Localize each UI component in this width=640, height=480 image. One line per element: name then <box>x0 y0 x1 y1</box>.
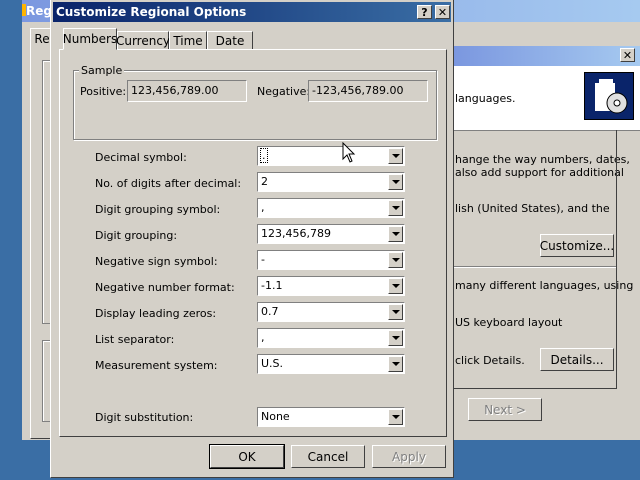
decimal-symbol-value[interactable]: . <box>260 148 268 163</box>
decimal-symbol-label: Decimal symbol: <box>95 151 187 164</box>
digit-grouping-label: Digit grouping: <box>95 229 178 242</box>
positive-label: Positive: <box>80 85 127 98</box>
digit-grouping-symbol-combo[interactable]: , <box>257 198 405 218</box>
tab-time-label: Time <box>173 34 203 48</box>
cancel-button[interactable]: Cancel <box>291 445 365 468</box>
display-leading-zeros-combo[interactable]: 0.7 <box>257 302 405 322</box>
globe-book-icon <box>584 72 634 120</box>
close-icon[interactable]: ✕ <box>435 5 450 19</box>
apply-button-label: Apply <box>392 449 426 464</box>
background-close-icon[interactable]: ✕ <box>620 48 635 62</box>
chevron-down-icon[interactable] <box>388 356 403 372</box>
next-button[interactable]: Next > <box>468 398 542 421</box>
ok-button[interactable]: OK <box>209 444 285 469</box>
chevron-down-icon[interactable] <box>388 174 403 190</box>
tab-currency[interactable]: Currency <box>115 31 171 50</box>
background-subwindow-title[interactable] <box>450 46 640 66</box>
negative-number-format-value[interactable]: -1.1 <box>261 279 282 292</box>
decimal-symbol-combo[interactable]: . <box>257 146 405 166</box>
dialog-title: Customize Regional Options <box>56 5 247 19</box>
cancel-button-label: Cancel <box>307 449 349 464</box>
digit-substitution-label: Digit substitution: <box>95 411 194 424</box>
chevron-down-icon[interactable] <box>388 330 403 346</box>
chevron-down-icon[interactable] <box>388 252 403 268</box>
negative-sample-field: -123,456,789.00 <box>308 80 428 102</box>
tab-numbers[interactable]: Numbers <box>63 28 117 50</box>
help-icon[interactable]: ? <box>417 5 432 19</box>
chevron-down-icon[interactable] <box>388 200 403 216</box>
chevron-down-icon[interactable] <box>388 409 403 425</box>
list-separator-combo[interactable]: , <box>257 328 405 348</box>
digit-grouping-combo[interactable]: 123,456,789 <box>257 224 405 244</box>
negative-sample-value: -123,456,789.00 <box>312 84 404 97</box>
apply-button[interactable]: Apply <box>372 445 446 468</box>
negative-number-format-label: Negative number format: <box>95 281 235 294</box>
tab-date-label: Date <box>215 34 245 48</box>
positive-sample-value: 123,456,789.00 <box>131 84 219 97</box>
display-leading-zeros-value[interactable]: 0.7 <box>261 305 279 318</box>
negative-sign-symbol-value[interactable]: - <box>261 253 265 266</box>
list-separator-label: List separator: <box>95 333 175 346</box>
negative-label: Negative: <box>257 85 311 98</box>
negative-number-format-combo[interactable]: -1.1 <box>257 276 405 296</box>
ok-button-label: OK <box>238 449 256 464</box>
digits-after-decimal-value[interactable]: 2 <box>261 175 268 188</box>
measurement-system-value[interactable]: U.S. <box>261 357 283 370</box>
desktop-strip-left <box>0 0 22 480</box>
tab-numbers-label: Numbers <box>62 32 118 46</box>
chevron-down-icon[interactable] <box>388 278 403 294</box>
list-separator-value[interactable]: , <box>261 331 265 344</box>
negative-sign-symbol-label: Negative sign symbol: <box>95 255 218 268</box>
digit-grouping-symbol-label: Digit grouping symbol: <box>95 203 221 216</box>
measurement-system-combo[interactable]: U.S. <box>257 354 405 374</box>
digit-grouping-symbol-value[interactable]: , <box>261 201 265 214</box>
display-leading-zeros-label: Display leading zeros: <box>95 307 217 320</box>
background-tab-label: Re <box>34 31 50 46</box>
mouse-cursor-icon <box>342 142 356 163</box>
tab-currency-label: Currency <box>115 34 171 48</box>
chevron-down-icon[interactable] <box>388 148 403 164</box>
dialog-title-bar[interactable]: Customize Regional Options ? ✕ <box>53 2 451 22</box>
next-button-label: Next > <box>484 402 526 417</box>
tab-time[interactable]: Time <box>169 31 207 50</box>
background-panel-right-border <box>450 130 617 389</box>
background-text-line-1: languages. <box>455 92 516 105</box>
sample-group-label: Sample <box>79 64 125 77</box>
measurement-system-label: Measurement system: <box>95 359 218 372</box>
chevron-down-icon[interactable] <box>388 304 403 320</box>
customize-regional-options-dialog: Customize Regional Options ? ✕ Numbers C… <box>50 0 454 478</box>
positive-sample-field: 123,456,789.00 <box>127 80 247 102</box>
chevron-down-icon[interactable] <box>388 226 403 242</box>
digit-grouping-value[interactable]: 123,456,789 <box>261 227 331 240</box>
digit-substitution-combo[interactable]: None <box>257 407 405 427</box>
digits-after-decimal-label: No. of digits after decimal: <box>95 177 242 190</box>
digit-substitution-value[interactable]: None <box>261 410 290 423</box>
digits-after-decimal-combo[interactable]: 2 <box>257 172 405 192</box>
tab-date[interactable]: Date <box>207 31 253 50</box>
negative-sign-symbol-combo[interactable]: - <box>257 250 405 270</box>
